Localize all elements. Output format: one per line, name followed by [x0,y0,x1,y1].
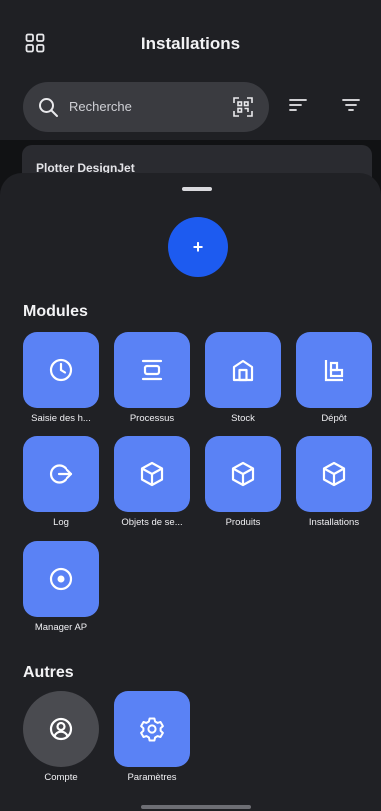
module-objets-de-service[interactable]: Objets de se... [114,436,190,528]
settings-label: Paramètres [127,772,177,783]
module-label: Saisie des h... [31,413,91,424]
bottom-sheet: + Modules Saisie des h... Processus Stoc… [0,173,381,811]
module-depot[interactable]: Dépôt [296,332,372,424]
module-tile-box [23,541,99,617]
filter-icon[interactable] [342,97,360,113]
add-button[interactable]: + [168,217,228,277]
sort-icon[interactable] [289,97,307,113]
module-tile-box [205,332,281,408]
account-tile-box [23,691,99,767]
module-label: Produits [225,517,261,528]
app-bar: Installations [0,0,381,80]
module-tile-box [114,332,190,408]
module-tile-box [114,436,190,512]
search-bar[interactable] [23,82,269,132]
page-title: Installations [140,34,241,53]
module-tile-box [296,436,372,512]
module-log[interactable]: Log [23,436,99,528]
module-label: Dépôt [321,413,347,424]
warehouse-icon [232,359,254,382]
module-tile-box [23,436,99,512]
logout-icon [49,464,73,484]
module-installations[interactable]: Installations [296,436,372,528]
home-indicator [141,805,251,809]
modules-heading: Modules [23,303,88,320]
module-label: Log [53,517,69,528]
search-row [0,80,381,140]
cube-icon [231,461,255,487]
settings-button[interactable]: Paramètres [114,691,190,783]
module-label: Stock [231,413,255,424]
module-tile-box [205,436,281,512]
search-icon [39,98,58,117]
depot-icon [324,360,344,382]
search-input[interactable] [69,94,219,118]
module-label: Installations [308,517,360,528]
clock-icon [49,358,73,382]
cube-icon [322,461,346,487]
others-heading: Autres [23,664,74,681]
module-manager-ap[interactable]: Manager AP [23,541,99,633]
module-saisie-des-heures[interactable]: Saisie des h... [23,332,99,424]
module-stock[interactable]: Stock [205,332,281,424]
target-icon [49,567,73,591]
qr-scan-icon[interactable] [233,97,253,117]
module-tile-box [296,332,372,408]
sheet-drag-handle[interactable] [182,187,212,191]
module-tile-box [23,332,99,408]
account-button[interactable]: Compte [23,691,99,783]
cube-icon [140,461,164,487]
settings-icon [140,717,164,742]
module-processus[interactable]: Processus [114,332,190,424]
account-label: Compte [44,772,78,783]
process-icon [141,359,163,381]
module-label: Processus [129,413,175,424]
settings-tile-box [114,691,190,767]
module-label: Objets de se... [121,517,183,528]
module-label: Manager AP [34,622,88,633]
module-produits[interactable]: Produits [205,436,281,528]
account-icon [49,717,73,741]
